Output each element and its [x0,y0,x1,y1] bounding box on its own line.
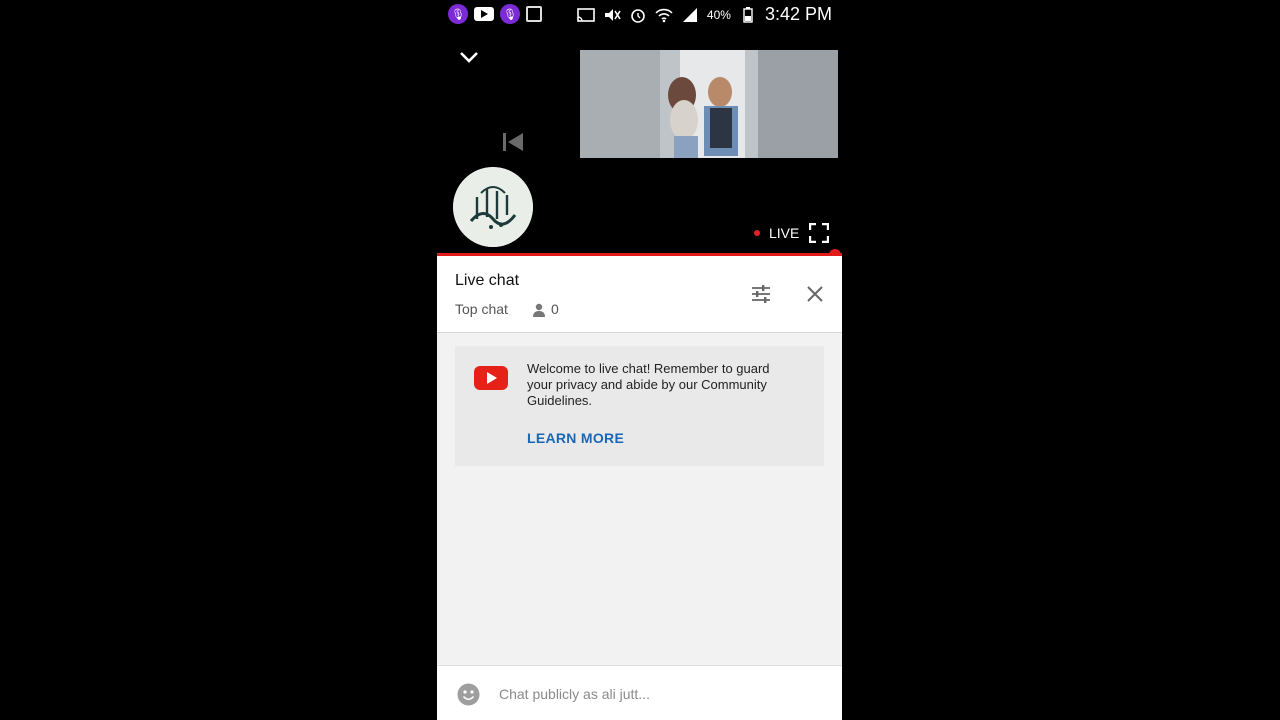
gallery-icon [526,6,542,22]
chat-messages-area: Welcome to live chat! Remember to guard … [437,333,842,665]
chevron-down-icon[interactable] [457,45,481,69]
live-indicator-dot [754,230,760,236]
battery-icon [739,6,757,24]
welcome-message: Welcome to live chat! Remember to guard … [527,361,770,408]
channel-avatar[interactable] [453,167,533,247]
fullscreen-icon[interactable] [808,222,830,244]
youtube-logo-icon [474,366,508,390]
emoji-icon[interactable] [457,683,480,706]
skip-previous-icon[interactable] [501,130,527,154]
status-bar: 🎙 🎙 40% 3:42 PM [437,0,842,30]
welcome-card: Welcome to live chat! Remember to guard … [455,346,824,466]
person-icon [531,302,547,318]
chat-mode-selector[interactable]: Top chat [455,301,508,317]
system-icons: 40% 3:42 PM [577,4,832,25]
phone-screen: 🎙 🎙 40% 3:42 PM LIVE Live chat Top chat … [437,0,842,720]
chat-title: Live chat [455,272,520,289]
chat-message-input[interactable] [499,682,819,706]
signal-icon [681,6,699,24]
alarm-icon [629,6,647,24]
cast-icon [577,6,595,24]
live-badge: LIVE [769,225,800,241]
learn-more-link[interactable]: LEARN MORE [527,430,624,446]
wifi-icon [655,6,673,24]
viewer-count: 0 [551,301,559,317]
chat-input-bar [437,665,842,720]
podcast-app-icon: 🎙 [500,4,520,24]
podcast-app-icon: 🎙 [448,4,468,24]
youtube-notification-icon [474,7,494,21]
tune-icon[interactable] [749,282,773,306]
mute-icon [603,6,621,24]
close-icon[interactable] [803,282,827,306]
battery-percent: 40% [706,7,731,22]
notification-icons: 🎙 🎙 [448,4,542,24]
video-thumbnail[interactable] [580,50,838,158]
live-chat-header: Live chat Top chat 0 [437,256,842,333]
clock: 3:42 PM [764,4,832,24]
